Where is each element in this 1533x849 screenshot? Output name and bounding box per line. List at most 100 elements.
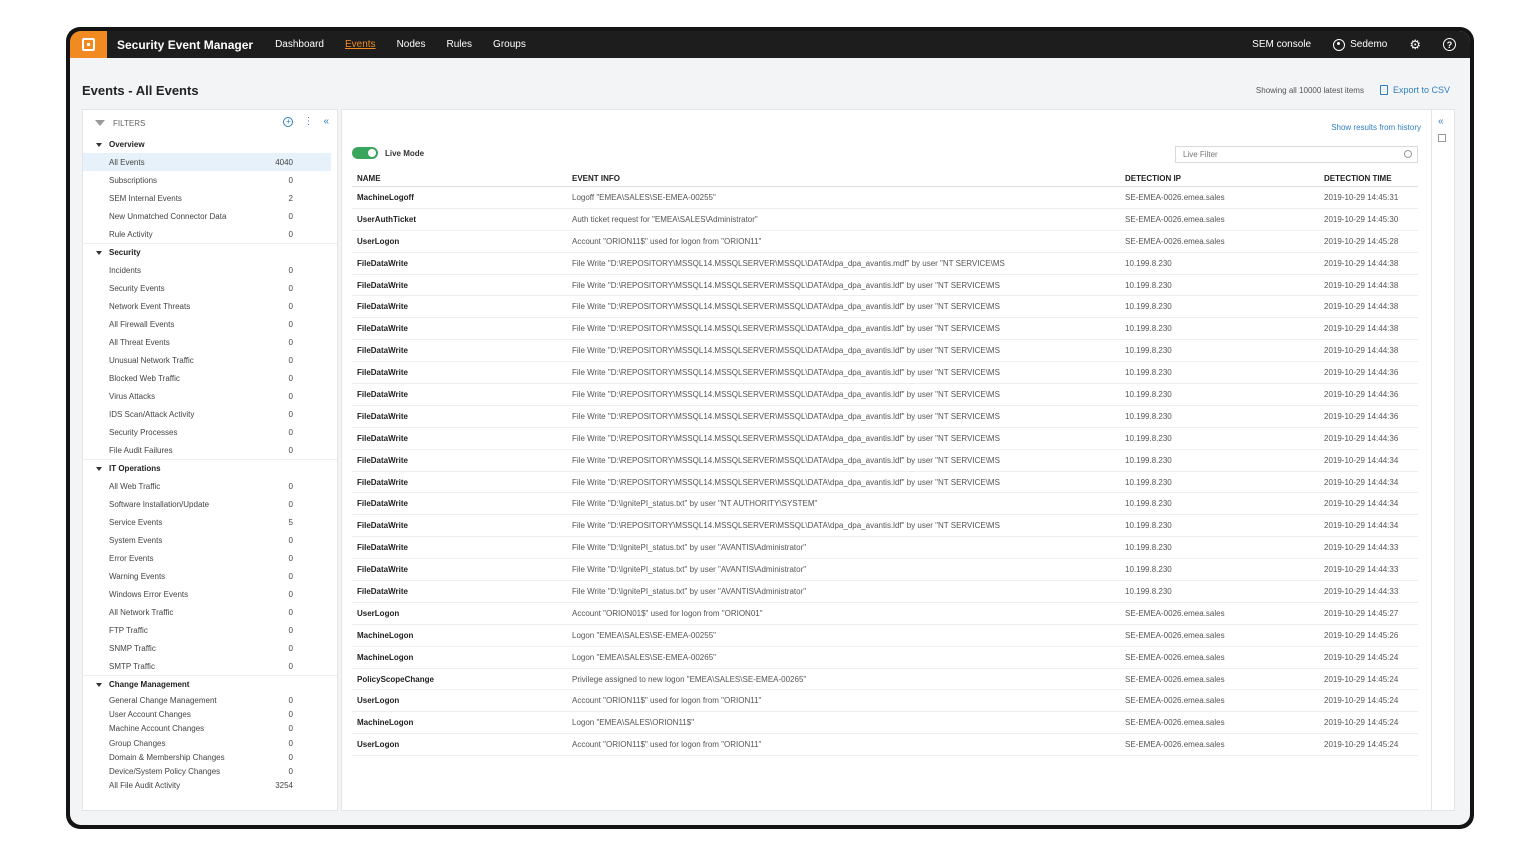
nav-groups[interactable]: Groups <box>493 39 526 50</box>
filter-item[interactable]: Device/System Policy Changes 0 <box>83 764 337 778</box>
filter-item[interactable]: All Firewall Events 0 <box>83 315 337 333</box>
table-row[interactable]: FileDataWrite File Write "D:\REPOSITORY\M… <box>352 384 1418 406</box>
collapse-panel-icon[interactable]: « <box>323 116 329 127</box>
filter-item[interactable]: Incidents 0 <box>83 261 337 279</box>
filter-item[interactable]: SNMP Traffic 0 <box>83 639 337 657</box>
table-row[interactable]: FileDataWrite File Write "D:\IgnitePI_sta… <box>352 493 1418 516</box>
table-row[interactable]: FileDataWrite File Write "D:\IgnitePI_sta… <box>352 581 1418 603</box>
filter-item[interactable]: Group Changes 0 <box>83 736 337 750</box>
app-logo[interactable] <box>70 31 107 58</box>
filter-item[interactable]: Subscriptions 0 <box>83 171 337 189</box>
gear-icon[interactable]: ⚙ <box>1409 38 1421 51</box>
sem-console-link[interactable]: SEM console <box>1252 39 1311 50</box>
table-row[interactable]: FileDataWrite File Write "D:\REPOSITORY\M… <box>352 472 1418 494</box>
table-row[interactable]: FileDataWrite File Write "D:\REPOSITORY\M… <box>352 340 1418 363</box>
table-row[interactable]: MachineLogon Logon "EMEA\SALES\ORION11$" S… <box>352 712 1418 735</box>
nav-nodes[interactable]: Nodes <box>397 39 426 50</box>
table-row[interactable]: FileDataWrite File Write "D:\REPOSITORY\M… <box>352 450 1418 472</box>
table-row[interactable]: UserLogon Account "ORION11$" used for log… <box>352 734 1418 757</box>
filter-item[interactable]: New Unmatched Connector Data 0 <box>83 207 337 225</box>
filter-item[interactable]: Blocked Web Traffic 0 <box>83 369 337 387</box>
search-icon[interactable] <box>1404 150 1412 158</box>
filter-item[interactable]: IDS Scan/Attack Activity 0 <box>83 405 337 423</box>
filter-item-count: 4040 <box>275 157 293 167</box>
filter-item[interactable]: Security Processes 0 <box>83 423 337 441</box>
show-history-link[interactable]: Show results from history <box>1331 123 1421 132</box>
cell-detection-ip: SE-EMEA-0026.emea.sales <box>1125 674 1225 684</box>
table-row[interactable]: FileDataWrite File Write "D:\REPOSITORY\M… <box>352 318 1418 341</box>
more-options-icon[interactable]: ⋮ <box>303 116 313 127</box>
table-row[interactable]: FileDataWrite File Write "D:\IgnitePI_sta… <box>352 537 1418 560</box>
table-row[interactable]: FileDataWrite File Write "D:\REPOSITORY\M… <box>352 253 1418 275</box>
help-icon[interactable]: ? <box>1443 38 1456 51</box>
filter-item-label: Blocked Web Traffic <box>109 373 180 383</box>
filter-item[interactable]: General Change Management 0 <box>83 693 337 707</box>
table-row[interactable]: FileDataWrite File Write "D:\REPOSITORY\M… <box>352 406 1418 428</box>
filter-item[interactable]: Security Events 0 <box>83 279 337 297</box>
table-row[interactable]: FileDataWrite File Write "D:\REPOSITORY\M… <box>352 428 1418 450</box>
filter-item-label: Domain & Membership Changes <box>109 752 225 762</box>
filter-item[interactable]: Warning Events 0 <box>83 567 337 585</box>
filter-group-header[interactable]: Overview <box>83 136 337 153</box>
user-menu[interactable]: Sedemo <box>1333 38 1387 51</box>
column-header-event-info[interactable]: EVENT INFO <box>567 174 1120 183</box>
table-row[interactable]: FileDataWrite File Write "D:\IgnitePI_sta… <box>352 559 1418 582</box>
cell-detection-ip: 10.199.8.230 <box>1125 346 1172 356</box>
table-row[interactable]: MachineLogoff Logoff "EMEA\SALES\SE-EMEA-… <box>352 187 1418 209</box>
filter-item[interactable]: Virus Attacks 0 <box>83 387 337 405</box>
filter-item[interactable]: All File Audit Activity 3254 <box>83 779 337 793</box>
filter-item[interactable]: Software Installation/Update 0 <box>83 495 337 513</box>
column-header-detection-ip[interactable]: DETECTION IP <box>1120 174 1319 183</box>
filter-item[interactable]: All Threat Events 0 <box>83 333 337 351</box>
column-header-detection-time[interactable]: DETECTION TIME <box>1319 174 1418 183</box>
filter-item-count: 0 <box>288 661 293 671</box>
table-row[interactable]: MachineLogon Logon "EMEA\SALES\SE-EMEA-00… <box>352 625 1418 647</box>
nav-rules[interactable]: Rules <box>446 39 472 50</box>
export-csv-button[interactable]: Export to CSV <box>1379 85 1450 95</box>
cell-detection-time: 2019-10-29 14:45:24 <box>1324 718 1399 728</box>
filter-item[interactable]: Windows Error Events 0 <box>83 585 337 603</box>
filter-item[interactable]: SEM Internal Events 2 <box>83 189 337 207</box>
filter-item[interactable]: Machine Account Changes 0 <box>83 722 337 736</box>
cell-event-info: Logon "EMEA\SALES\SE-EMEA-00255" <box>572 630 716 640</box>
table-row[interactable]: FileDataWrite File Write "D:\REPOSITORY\M… <box>352 275 1418 297</box>
filter-item[interactable]: User Account Changes 0 <box>83 707 337 721</box>
filter-item[interactable]: Unusual Network Traffic 0 <box>83 351 337 369</box>
collapse-right-icon[interactable]: « <box>1438 116 1444 127</box>
filter-item[interactable]: Error Events 0 <box>83 549 337 567</box>
table-row[interactable]: FileDataWrite File Write "D:\REPOSITORY\M… <box>352 296 1418 319</box>
filter-item[interactable]: Domain & Membership Changes 0 <box>83 750 337 764</box>
nav-dashboard[interactable]: Dashboard <box>275 39 324 50</box>
live-mode-toggle[interactable] <box>352 147 378 159</box>
table-row[interactable]: UserAuthTicket Auth ticket request for "E… <box>352 209 1418 231</box>
filter-item-count: 0 <box>288 283 293 293</box>
table-row[interactable]: PolicyScopeChange Privilege assigned to n… <box>352 669 1418 691</box>
cell-event-info: File Write "D:\REPOSITORY\MSSQL14.MSSQLS… <box>572 389 1000 399</box>
filter-item[interactable]: System Events 0 <box>83 531 337 549</box>
filter-item[interactable]: All Web Traffic 0 <box>83 477 337 495</box>
filter-item[interactable]: Rule Activity 0 <box>83 225 337 243</box>
column-header-name[interactable]: NAME <box>352 174 567 183</box>
filter-item[interactable]: All Network Traffic 0 <box>83 603 337 621</box>
filter-group-header[interactable]: Change Management <box>83 675 337 693</box>
table-row[interactable]: UserLogon Account "ORION11$" used for log… <box>352 231 1418 253</box>
cell-event-info: File Write "D:\REPOSITORY\MSSQL14.MSSQLS… <box>572 411 1000 421</box>
filter-item[interactable]: FTP Traffic 0 <box>83 621 337 639</box>
filter-item[interactable]: Service Events 5 <box>83 513 337 531</box>
filter-item-label: SNMP Traffic <box>109 643 156 653</box>
filter-group-header[interactable]: IT Operations <box>83 459 337 477</box>
table-row[interactable]: MachineLogon Logon "EMEA\SALES\SE-EMEA-00… <box>352 647 1418 669</box>
filter-item[interactable]: All Events 4040 <box>83 153 331 171</box>
table-row[interactable]: FileDataWrite File Write "D:\REPOSITORY\M… <box>352 515 1418 538</box>
columns-icon[interactable] <box>1438 134 1446 142</box>
add-filter-icon[interactable]: + <box>283 116 294 127</box>
filter-group-header[interactable]: Security <box>83 243 337 261</box>
table-row[interactable]: UserLogon Account "ORION01$" used for log… <box>352 603 1418 625</box>
filter-item[interactable]: File Audit Failures 0 <box>83 441 337 459</box>
filter-item[interactable]: Network Event Threats 0 <box>83 297 337 315</box>
live-filter-input[interactable] <box>1175 146 1418 163</box>
table-row[interactable]: FileDataWrite File Write "D:\REPOSITORY\M… <box>352 362 1418 385</box>
nav-events[interactable]: Events <box>345 39 376 50</box>
table-row[interactable]: UserLogon Account "ORION11$" used for log… <box>352 690 1418 713</box>
filter-item[interactable]: SMTP Traffic 0 <box>83 657 337 675</box>
